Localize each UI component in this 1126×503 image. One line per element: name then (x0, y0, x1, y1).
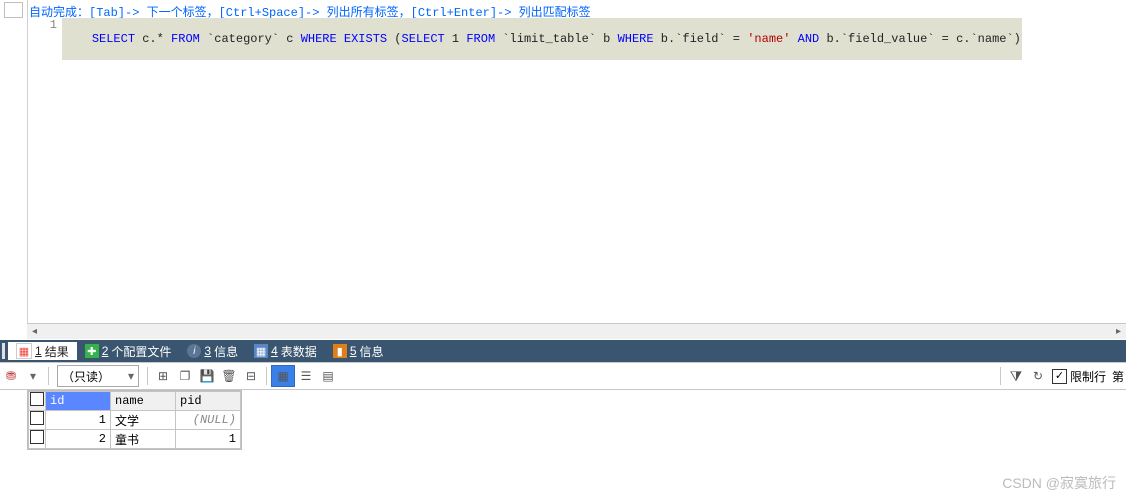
delete-icon[interactable]: 🗑 (218, 366, 240, 386)
limit-rows-checkbox[interactable] (1052, 369, 1067, 384)
tab-tabledata[interactable]: ▦ 4 表数据 (246, 342, 325, 360)
table-row[interactable]: 2 童书 1 (29, 430, 241, 449)
tab-info[interactable]: i 3 信息 (179, 342, 246, 360)
cell-id[interactable]: 1 (46, 411, 111, 430)
export-dropdown-icon[interactable]: ▾ (22, 366, 44, 386)
result-icon: ▦ (16, 343, 32, 359)
scroll-right-icon[interactable]: ▸ (1111, 324, 1126, 339)
scroll-left-icon[interactable]: ◂ (27, 324, 42, 339)
add-row-icon[interactable]: ⊞ (152, 366, 174, 386)
tab-grip-icon[interactable] (2, 343, 5, 359)
separator (48, 367, 49, 385)
filter-icon[interactable]: ⧩ (1005, 366, 1027, 386)
edit-mode-label: （只读） (62, 368, 110, 385)
chevron-down-icon: ▾ (128, 369, 134, 383)
bookmark-box (4, 2, 23, 18)
reload-icon[interactable]: ↻ (1027, 366, 1049, 386)
grid-view-icon[interactable]: ▦ (271, 365, 295, 387)
grid-header-row: id name pid (29, 392, 241, 411)
clear-icon[interactable]: ⊟ (240, 366, 262, 386)
watermark: CSDN @寂寞旅行 (1002, 473, 1116, 493)
table-row[interactable]: 1 文学 (NULL) (29, 411, 241, 430)
result-toolbar: ⛃ ▾ （只读） ▾ ⊞ ❐ 💾 🗑 ⊟ ▦ ☰ ▤ ⧩ ↻ 限制行 第 (0, 362, 1126, 390)
checkbox-header[interactable] (29, 392, 46, 411)
sql-editor-line[interactable]: SELECT c.* FROM `category` c WHERE EXIST… (62, 18, 1022, 60)
text-view-icon[interactable]: ▤ (317, 366, 339, 386)
profile-icon: ✚ (85, 344, 99, 358)
separator (1000, 367, 1001, 385)
col-pid[interactable]: pid (176, 392, 241, 411)
tab-messages[interactable]: ▮ 5 信息 (325, 342, 392, 360)
tab-profile[interactable]: ✚ 2 个配置文件 (77, 342, 180, 360)
row-checkbox[interactable] (29, 430, 46, 449)
separator (147, 367, 148, 385)
save-icon[interactable]: 💾 (196, 366, 218, 386)
result-tabs: ▦ 1 结果 ✚ 2 个配置文件 i 3 信息 ▦ 4 表数据 ▮ 5 信息 (0, 340, 1126, 362)
limit-rows-label: 限制行 (1070, 368, 1106, 385)
messages-icon: ▮ (333, 344, 347, 358)
tab-result[interactable]: ▦ 1 结果 (8, 342, 77, 360)
cell-pid[interactable]: 1 (176, 430, 241, 449)
row-checkbox[interactable] (29, 411, 46, 430)
cell-name[interactable]: 文学 (111, 411, 176, 430)
cell-name[interactable]: 童书 (111, 430, 176, 449)
copy-row-icon[interactable]: ❐ (174, 366, 196, 386)
kw-select: SELECT (92, 32, 135, 46)
export-icon[interactable]: ⛃ (0, 366, 22, 386)
tabledata-icon: ▦ (254, 344, 268, 358)
cell-id[interactable]: 2 (46, 430, 111, 449)
left-gutter (0, 0, 28, 338)
line-number: 1 (29, 18, 57, 32)
form-view-icon[interactable]: ☰ (295, 366, 317, 386)
cell-pid[interactable]: (NULL) (176, 411, 241, 430)
col-id[interactable]: id (46, 392, 111, 411)
separator (266, 367, 267, 385)
edit-mode-select[interactable]: （只读） ▾ (57, 365, 139, 387)
col-name[interactable]: name (111, 392, 176, 411)
result-grid[interactable]: id name pid 1 文学 (NULL) 2 童书 1 (27, 390, 242, 450)
info-icon: i (187, 344, 201, 358)
first-row-label: 第 (1112, 368, 1124, 385)
editor-hscrollbar[interactable]: ◂ ▸ (27, 323, 1126, 339)
